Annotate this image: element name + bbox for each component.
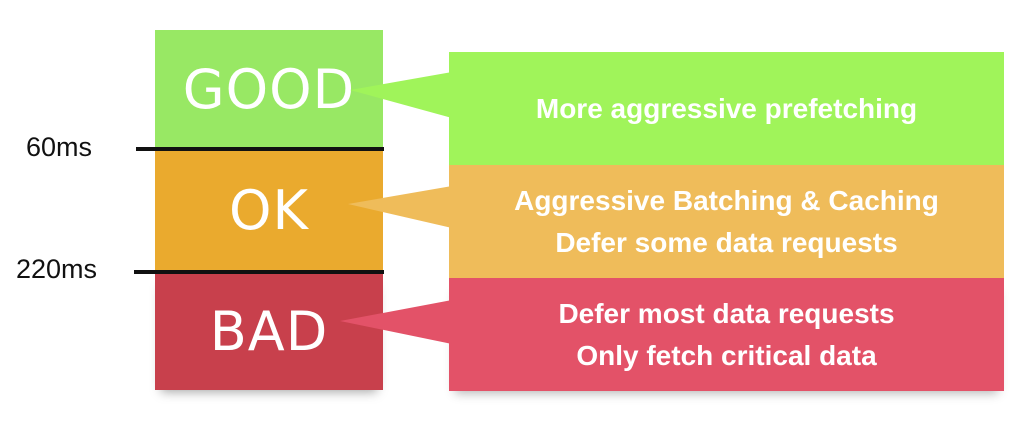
callout-ok-line-2: Defer some data requests xyxy=(555,226,898,258)
level-bad-label: BAD xyxy=(209,299,329,363)
callout-bad-line-2: Only fetch critical data xyxy=(576,339,877,371)
callout-bad-text: Defer most data requests Only fetch crit… xyxy=(449,278,1004,391)
threshold-line-60ms xyxy=(136,147,384,151)
level-ok-label: OK xyxy=(229,179,309,242)
level-good-block: GOOD xyxy=(155,30,383,149)
threshold-label-220ms: 220ms xyxy=(16,254,98,284)
threshold-line-220ms xyxy=(134,270,384,274)
callout-good-line-1: More aggressive prefetching xyxy=(535,92,918,124)
threshold-label-60ms: 60ms xyxy=(26,132,93,162)
level-ok-block: OK xyxy=(155,149,383,272)
callout-ok-line-1: Aggressive Batching & Caching xyxy=(514,184,939,216)
level-good-label: GOOD xyxy=(182,58,356,121)
latency-diagram: GOOD OK BAD More aggressive prefetching … xyxy=(0,0,1022,422)
callout-bad-line-1: Defer most data requests xyxy=(558,297,895,329)
level-bad-block: BAD xyxy=(155,272,383,390)
callout-ok-text: Aggressive Batching & Caching Defer some… xyxy=(449,165,1004,278)
callout-good-text: More aggressive prefetching xyxy=(449,52,1004,165)
